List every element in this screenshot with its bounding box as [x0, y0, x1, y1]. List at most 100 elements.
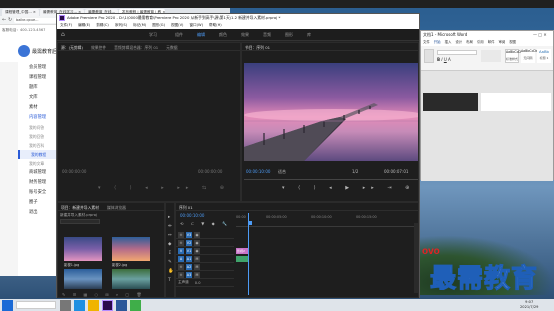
timeline-ruler[interactable]: 00:00 00:00:05:00 00:00:10:00 00:00:15:0…: [236, 213, 416, 227]
menu-clip[interactable]: 剪辑(C): [96, 22, 109, 29]
workspace-learn[interactable]: 学习: [149, 29, 157, 41]
word-tab[interactable]: 审阅: [498, 39, 505, 46]
word-tab[interactable]: 开始: [434, 39, 441, 46]
explorer-taskbar-icon[interactable]: [88, 299, 99, 311]
menu-sequence[interactable]: 序列(S): [115, 22, 127, 29]
workspace-libraries[interactable]: 库: [307, 29, 311, 41]
tab-program[interactable]: 节目：序列 01: [245, 45, 270, 50]
program-timecode[interactable]: 00:00:10:00: [246, 169, 270, 174]
word-tab[interactable]: 设计: [455, 39, 462, 46]
menu-help[interactable]: 帮助(H): [209, 22, 222, 29]
word-tab[interactable]: 视图: [509, 39, 516, 46]
menu-security[interactable]: 账号安全: [18, 188, 58, 198]
timeline-clip[interactable]: 影视2: [236, 248, 248, 254]
program-scrubber[interactable]: [244, 177, 418, 180]
track-label[interactable]: V2: [186, 239, 192, 246]
workspace-graphics[interactable]: 图形: [285, 29, 293, 41]
word-tab[interactable]: 插入: [445, 39, 452, 46]
track-label[interactable]: V3: [186, 231, 192, 238]
document-page[interactable]: [481, 93, 551, 111]
menu-finance[interactable]: 财务管理: [18, 178, 58, 188]
menu-marker[interactable]: 标记(M): [133, 22, 146, 29]
tab-effect-controls[interactable]: 效果控件: [91, 45, 106, 50]
resolution-dropdown[interactable]: 1/2: [352, 169, 358, 174]
menu-courses[interactable]: 课程管理: [18, 73, 58, 83]
taskbar-search-input[interactable]: [16, 301, 56, 309]
menu-circle[interactable]: 圈子: [18, 198, 58, 208]
tool-icons[interactable]: ▸ ⇹ ↔ ◆ ↧ ✎ ✋ T: [168, 213, 174, 285]
workspace-audio[interactable]: 音频: [263, 29, 271, 41]
menu-logout[interactable]: 退出: [18, 208, 58, 218]
word-taskbar-icon[interactable]: [116, 299, 127, 311]
word-tab[interactable]: 邮件: [488, 39, 495, 46]
source-transport-controls[interactable]: ▾ ⟨ ⟩ ◂ ▸ ▸▸ ⇆ ⊕: [98, 185, 230, 191]
menu-graphics[interactable]: 图形(G): [152, 22, 165, 29]
style-heading1[interactable]: AaBb 标题 1: [537, 49, 551, 63]
track-target[interactable]: A: [178, 255, 184, 262]
premiere-taskbar-icon[interactable]: [102, 299, 113, 311]
bin-thumb-4[interactable]: [112, 269, 150, 289]
clock[interactable]: 9:07 2021/7/29: [520, 300, 538, 310]
font-selector[interactable]: [437, 50, 477, 55]
menu-materials[interactable]: 素材: [18, 103, 58, 113]
submenu-articles[interactable]: 我的文章: [18, 159, 58, 168]
refresh-icon[interactable]: ↻: [8, 17, 12, 23]
track-label[interactable]: A2: [186, 263, 192, 270]
camtasia-taskbar-icon[interactable]: [130, 299, 141, 311]
eye-icon[interactable]: ◉: [194, 231, 200, 238]
menu-library[interactable]: 文库: [18, 93, 58, 103]
edge-taskbar-icon[interactable]: [74, 299, 85, 311]
track-label[interactable]: A3: [186, 271, 192, 278]
submenu-answers[interactable]: 我的回答: [18, 132, 58, 141]
workspace-edit[interactable]: 编辑: [197, 29, 205, 41]
tab-source[interactable]: 源：(无剪辑): [61, 45, 83, 50]
menu-window[interactable]: 窗口(W): [189, 22, 203, 29]
tab-metadata[interactable]: 元数据: [166, 45, 177, 50]
paragraph-group[interactable]: [481, 50, 501, 62]
fit-dropdown[interactable]: 适合: [278, 169, 286, 175]
workspace-effects[interactable]: 效果: [241, 29, 249, 41]
browser-tab[interactable]: 课程管理_中国... ×: [2, 9, 39, 16]
window-controls[interactable]: — □ ✕: [533, 31, 553, 39]
bin-thumb-3[interactable]: [64, 269, 102, 289]
style-no-spacing[interactable]: AaBbCcDd 无间隔: [521, 49, 538, 63]
timeline-tool-icons[interactable]: ⟲ ⊂ ▼ ◆ 🔧: [180, 221, 230, 226]
bin-thumb-1[interactable]: [64, 237, 102, 261]
style-normal[interactable]: AaBbCcDd 标准样式: [505, 49, 523, 63]
bin-thumb-2[interactable]: [112, 237, 150, 261]
font-format-buttons[interactable]: B I U A: [437, 57, 477, 62]
submenu-tutorials[interactable]: 我的教程: [18, 150, 58, 159]
menu-shop[interactable]: 商城管理: [18, 168, 58, 178]
menu-file[interactable]: 文件(F): [60, 22, 72, 29]
address-bar[interactable]: baike.qxue...: [14, 18, 58, 23]
mute-icon[interactable]: M: [194, 255, 200, 262]
tab-media-browser[interactable]: 媒体浏览器: [107, 205, 126, 210]
menu-edit[interactable]: 编辑(E): [78, 22, 90, 29]
word-tab[interactable]: 布局: [466, 39, 473, 46]
track-target[interactable]: ⊙: [178, 263, 184, 270]
track-label[interactable]: A1: [186, 255, 192, 262]
eye-icon[interactable]: ◉: [194, 247, 200, 254]
project-search-input[interactable]: [60, 219, 100, 224]
track-label[interactable]: V1: [186, 247, 192, 254]
paste-icon[interactable]: [424, 49, 434, 63]
word-tab[interactable]: 文件: [423, 39, 430, 46]
menu-question-bank[interactable]: 题库: [18, 83, 58, 93]
tab-sequence[interactable]: 序列 01: [179, 205, 193, 210]
track-target[interactable]: ⊙: [178, 239, 184, 246]
track-target[interactable]: V: [178, 247, 184, 254]
track-target[interactable]: ⊙: [178, 231, 184, 238]
audio-clip[interactable]: [236, 256, 248, 262]
workspace-color[interactable]: 颜色: [219, 29, 227, 41]
tab-audio-mixer[interactable]: 音频剪辑混合器：序列 01: [114, 45, 158, 50]
playhead-handle[interactable]: [248, 221, 252, 225]
submenu-wiki[interactable]: 我的百科: [18, 141, 58, 150]
playhead[interactable]: [248, 213, 249, 295]
menu-members[interactable]: 会员管理: [18, 63, 58, 73]
eye-icon[interactable]: ◉: [194, 239, 200, 246]
track-target[interactable]: ⊙: [178, 271, 184, 278]
task-view-icon[interactable]: [60, 299, 71, 311]
mute-icon[interactable]: M: [194, 263, 200, 270]
program-transport-controls[interactable]: ▾ ⟨ ⟩ ◂ ▶ ▸▸ ⇥ ⊕: [282, 185, 415, 191]
home-icon[interactable]: ⌂: [61, 31, 65, 38]
